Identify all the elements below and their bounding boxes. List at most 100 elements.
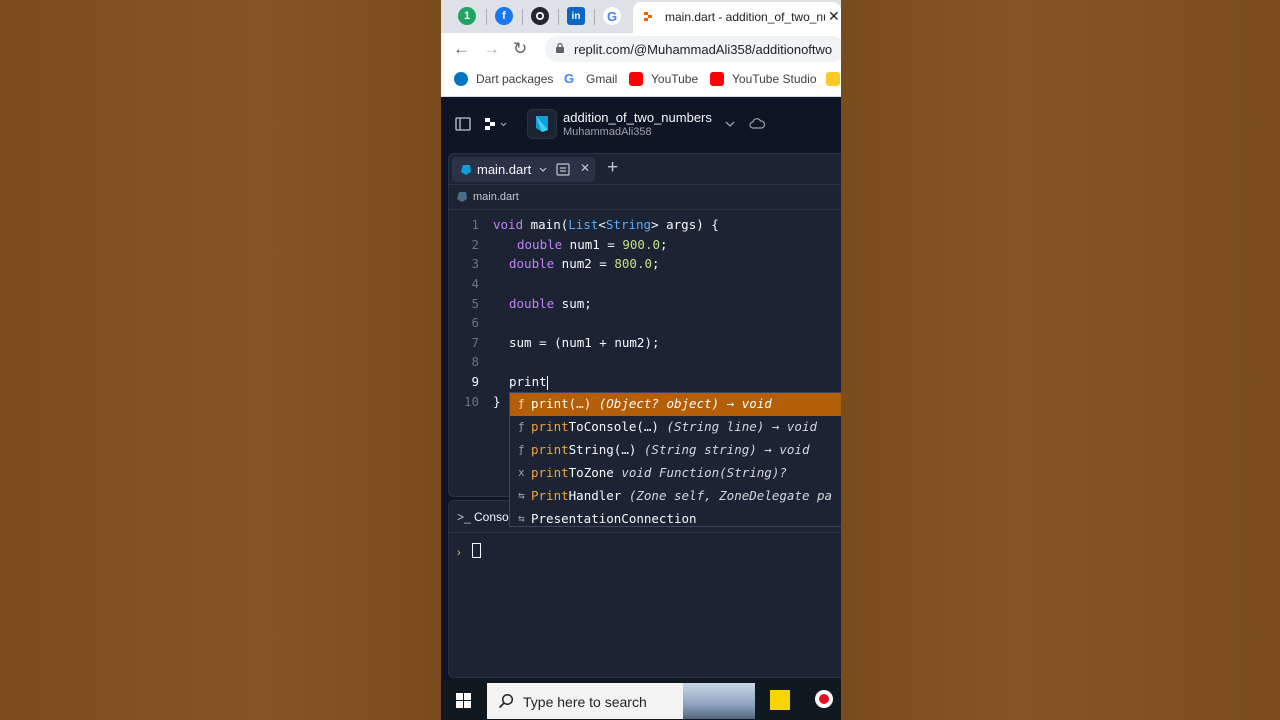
background-left bbox=[0, 0, 441, 720]
bookmark-label: Dart packages bbox=[476, 72, 554, 86]
editor-tab-bar: main.dart ✕ + bbox=[449, 154, 841, 185]
bookmark-dart-packages[interactable]: Dart packages bbox=[454, 72, 553, 86]
bookmark-youtube[interactable]: YouTube bbox=[629, 72, 698, 86]
dart-icon bbox=[454, 72, 468, 86]
sidebar-toggle-icon[interactable] bbox=[455, 117, 471, 131]
code-line-1: void main(List<String> args) { bbox=[493, 217, 719, 232]
url-field[interactable]: replit.com/@MuhammadAli358/additionoftwo bbox=[545, 36, 841, 62]
tab-separator bbox=[486, 9, 487, 25]
divider bbox=[449, 532, 841, 533]
breadcrumb: main.dart bbox=[449, 185, 841, 210]
code-line-7: sum = (num1 + num2); bbox=[509, 335, 660, 350]
autocomplete-item[interactable]: ƒ print(…) (Object? object) → void bbox=[510, 393, 841, 416]
code-line-9: print bbox=[509, 374, 548, 390]
address-bar: ← → ↻ replit.com/@MuhammadAli358/additio… bbox=[441, 33, 841, 65]
console-tab-label: Conso bbox=[474, 510, 509, 524]
file-tab-label: main.dart bbox=[477, 162, 532, 177]
autocomplete-item[interactable]: x printToZone void Function(String)? bbox=[510, 462, 841, 485]
reload-icon[interactable]: ↻ bbox=[513, 39, 527, 59]
line-number: 1 bbox=[471, 217, 479, 232]
windows-start-icon[interactable] bbox=[456, 693, 471, 708]
line-number: 8 bbox=[471, 354, 479, 369]
replit-menu-icon[interactable] bbox=[484, 117, 508, 131]
cloud-icon bbox=[749, 118, 765, 129]
terminal-icon: >_ bbox=[457, 510, 475, 524]
search-placeholder: Type here to search bbox=[523, 694, 647, 710]
project-name[interactable]: addition_of_two_numbers bbox=[563, 110, 712, 125]
line-number: 6 bbox=[471, 315, 479, 330]
variable-kind-icon: x bbox=[518, 466, 525, 479]
tab-separator bbox=[558, 9, 559, 25]
bookmark-gmail[interactable]: G Gmail bbox=[564, 71, 618, 87]
line-number: 3 bbox=[471, 256, 479, 271]
chevron-down-icon[interactable] bbox=[539, 167, 547, 173]
replit-workspace: addition_of_two_numbers MuhammadAli358 m… bbox=[441, 97, 841, 680]
line-number: 7 bbox=[471, 335, 479, 350]
youtube-icon bbox=[629, 72, 643, 86]
autocomplete-item[interactable]: ƒ printToConsole(…) (String line) → void bbox=[510, 416, 841, 439]
project-owner: MuhammadAli358 bbox=[563, 126, 652, 138]
search-icon bbox=[498, 693, 514, 709]
replit-header: addition_of_two_numbers MuhammadAli358 bbox=[441, 97, 841, 152]
google-icon: G bbox=[564, 71, 575, 86]
autocomplete-item[interactable]: ƒ printString(…) (String string) → void bbox=[510, 439, 841, 462]
console-input-cursor[interactable] bbox=[472, 543, 481, 558]
lock-icon bbox=[556, 42, 564, 53]
file-options-icon[interactable] bbox=[556, 163, 570, 176]
add-tab-icon[interactable]: + bbox=[607, 157, 618, 179]
google-icon[interactable]: G bbox=[603, 7, 621, 25]
breadcrumb-file[interactable]: main.dart bbox=[473, 191, 519, 203]
autocomplete-item[interactable]: ⇆ PrintHandler (Zone self, ZoneDelegate … bbox=[510, 485, 841, 508]
close-tab-icon[interactable]: ✕ bbox=[828, 8, 840, 25]
code-line-3: double num2 = 800.0; bbox=[509, 256, 660, 271]
screen: 1 f in G main.dart - addition_of_two_num… bbox=[441, 0, 841, 720]
facebook-icon[interactable]: f bbox=[495, 7, 513, 25]
line-number-current: 9 bbox=[471, 374, 479, 389]
autocomplete-item[interactable]: ⇆ PresentationConnection bbox=[510, 508, 841, 526]
text-cursor bbox=[546, 375, 548, 390]
url-text: replit.com/@MuhammadAli358/additionoftwo bbox=[574, 42, 833, 57]
tab-app-icon[interactable]: 1 bbox=[458, 7, 476, 25]
firebase-icon bbox=[826, 72, 840, 86]
linkedin-icon[interactable]: in bbox=[567, 7, 585, 25]
dart-file-icon bbox=[457, 192, 467, 202]
bookmark-youtube-studio[interactable]: YouTube Studio bbox=[710, 72, 817, 86]
class-kind-icon: ⇆ bbox=[518, 512, 525, 525]
background-right bbox=[841, 0, 1280, 720]
console-prompt-icon: › bbox=[457, 547, 461, 559]
youtube-icon bbox=[710, 72, 724, 86]
browser-tab-strip: 1 f in G main.dart - addition_of_two_num… bbox=[441, 0, 841, 33]
file-tab-main-dart[interactable]: main.dart ✕ bbox=[452, 157, 595, 182]
bookmark-label: Gmail bbox=[586, 72, 618, 86]
code-line-10: } bbox=[493, 394, 501, 409]
tab-title: main.dart - addition_of_two_num bbox=[665, 10, 825, 24]
project-avatar[interactable] bbox=[527, 109, 557, 139]
function-kind-icon: ƒ bbox=[518, 397, 525, 410]
line-number: 5 bbox=[471, 296, 479, 311]
bookmark-firebase[interactable] bbox=[826, 72, 841, 86]
code-line-2: double num1 = 900.0; bbox=[517, 237, 668, 252]
bookmark-label: YouTube Studio bbox=[732, 72, 817, 86]
dart-file-icon bbox=[461, 165, 471, 175]
github-icon[interactable] bbox=[531, 7, 549, 25]
line-number: 2 bbox=[471, 237, 479, 252]
console-tab[interactable]: >_ Conso bbox=[457, 510, 509, 524]
bookmark-label: YouTube bbox=[651, 72, 699, 86]
function-kind-icon: ƒ bbox=[518, 443, 525, 456]
typedef-kind-icon: ⇆ bbox=[518, 489, 525, 502]
tab-separator bbox=[594, 9, 595, 25]
tab-separator bbox=[522, 9, 523, 25]
active-tab[interactable]: main.dart - addition_of_two_num ✕ bbox=[633, 2, 841, 33]
sticky-notes-icon[interactable] bbox=[770, 690, 790, 710]
bookmarks-bar: Dart packages G Gmail YouTube YouTube St… bbox=[441, 65, 841, 97]
autocomplete-popup: ƒ print(…) (Object? object) → void ƒ pri… bbox=[509, 392, 841, 527]
close-file-icon[interactable]: ✕ bbox=[580, 161, 590, 175]
chevron-down-icon[interactable] bbox=[725, 120, 735, 128]
replit-icon bbox=[644, 12, 652, 21]
taskbar-search-box[interactable]: Type here to search bbox=[487, 683, 755, 719]
forward-arrow-icon[interactable]: → bbox=[483, 39, 500, 59]
windows-taskbar: Type here to search bbox=[441, 680, 841, 720]
back-arrow-icon[interactable]: ← bbox=[453, 39, 470, 59]
line-number: 10 bbox=[463, 394, 479, 409]
record-icon[interactable] bbox=[815, 690, 833, 708]
